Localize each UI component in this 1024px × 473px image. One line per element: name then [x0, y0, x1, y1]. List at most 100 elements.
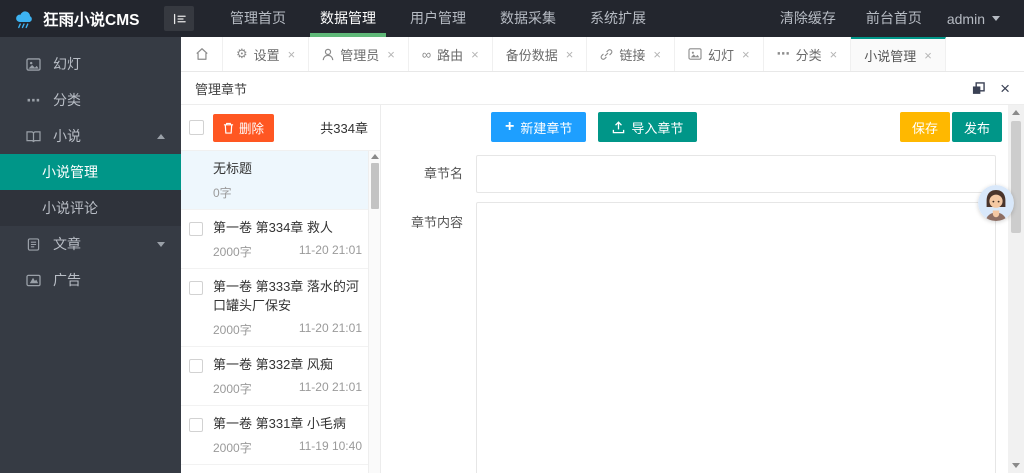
chapter-checkbox[interactable] — [189, 418, 203, 432]
tab-close-icon[interactable]: × — [471, 47, 479, 62]
sidebar-item-novel[interactable]: 小说 — [0, 118, 181, 154]
tab-close-icon[interactable]: × — [830, 47, 838, 62]
panel-title: 管理章节 — [195, 81, 248, 97]
chapter-words: 2000字 — [213, 323, 252, 337]
close-panel-icon[interactable]: × — [1000, 80, 1010, 97]
tab-close-icon[interactable]: × — [742, 47, 750, 62]
sidebar-item-label: 小说 — [53, 128, 81, 144]
tab-slideshow[interactable]: 幻灯 × — [674, 37, 764, 71]
sidebar-item-label: 分类 — [53, 92, 81, 108]
chapter-item[interactable]: 第一卷 第332章 风痴 2000字 11-20 21:01 — [181, 347, 380, 406]
sidebar-item-article[interactable]: 文章 — [0, 226, 181, 262]
ad-icon — [26, 274, 41, 287]
scroll-up-arrow-icon[interactable] — [370, 154, 379, 159]
nav-item-users[interactable]: 用户管理 — [400, 0, 476, 37]
document-icon — [26, 237, 41, 251]
chapter-checkbox[interactable] — [189, 222, 203, 236]
tab-category[interactable]: ⋯ 分类 × — [763, 37, 852, 71]
scroll-up-arrow-icon[interactable] — [1012, 110, 1020, 115]
chapter-item[interactable]: 第一卷 第330章 南洋捷报 5585字 11-20 21:11 — [181, 465, 380, 473]
chevron-up-icon — [157, 133, 165, 139]
scroll-down-arrow-icon[interactable] — [1012, 463, 1020, 468]
ellipsis-icon: ⋯ — [26, 91, 41, 108]
tab-routes[interactable]: ∞ 路由 × — [408, 37, 493, 71]
sidebar-item-slideshow[interactable]: 幻灯 — [0, 46, 181, 82]
tab-novel-manage[interactable]: 小说管理 × — [851, 37, 946, 71]
chapter-time: 11-20 21:01 — [298, 243, 362, 257]
clear-cache-link[interactable]: 清除缓存 — [765, 0, 851, 37]
select-all-checkbox[interactable] — [189, 120, 204, 135]
tab-bar: ⚙ 设置 × 管理员 × ∞ 路由 × 备份数据 × 链接 × 幻灯 × ⋯ 分… — [181, 37, 1024, 72]
nav-item-home[interactable]: 管理首页 — [220, 0, 296, 37]
home-icon — [195, 48, 208, 60]
chapter-item[interactable]: 第一卷 第331章 小毛病 2000字 11-19 10:40 — [181, 406, 380, 465]
publish-button[interactable]: 发布 — [951, 112, 1002, 142]
sidebar-toggle-button[interactable] — [164, 6, 194, 31]
import-chapter-button[interactable]: 导入章节 — [598, 112, 698, 142]
chapter-words: 2000字 — [213, 441, 252, 455]
chapter-count: 共334章 — [320, 121, 368, 136]
chapter-list-panel: 删除 共334章 无标题 0字 第一卷 第334章 救人 2000字 11-20… — [181, 105, 381, 473]
tab-admins[interactable]: 管理员 × — [309, 37, 409, 71]
editor-toolbar: + 新建章节 导入章节 保存 发布 — [491, 112, 1002, 142]
chapter-checkbox[interactable] — [189, 281, 203, 295]
chapter-title: 第一卷 第334章 救人 — [213, 220, 333, 235]
tab-settings[interactable]: ⚙ 设置 × — [223, 37, 310, 71]
plus-icon: + — [505, 118, 515, 135]
nav-item-data[interactable]: 数据管理 — [310, 0, 386, 37]
chapter-content-textarea[interactable] — [476, 202, 996, 473]
chapter-words: 0字 — [213, 186, 232, 200]
chapter-item[interactable]: 第一卷 第334章 救人 2000字 11-20 21:01 — [181, 210, 380, 269]
book-icon — [26, 130, 41, 143]
chapter-item[interactable]: 第一卷 第333章 落水的河口罐头厂保安 2000字 11-20 21:01 — [181, 269, 380, 347]
assistant-avatar[interactable] — [978, 185, 1014, 221]
slideshow-icon — [688, 48, 702, 60]
chapter-checkbox[interactable] — [189, 359, 203, 373]
chevron-down-icon — [992, 16, 1000, 21]
delete-button[interactable]: 删除 — [213, 113, 275, 142]
chapter-title: 第一卷 第333章 落水的河口罐头厂保安 — [213, 279, 359, 313]
tab-links[interactable]: 链接 × — [587, 37, 675, 71]
slideshow-icon — [26, 57, 41, 71]
save-button[interactable]: 保存 — [899, 112, 950, 142]
user-menu[interactable]: admin — [937, 11, 1010, 27]
scroll-thumb[interactable] — [370, 163, 379, 209]
new-chapter-button[interactable]: + 新建章节 — [491, 112, 587, 142]
person-icon — [322, 48, 334, 61]
logo-text: 狂雨小说CMS — [43, 11, 140, 29]
tab-close-icon[interactable]: × — [387, 47, 395, 62]
chapter-time: 11-19 10:40 — [298, 439, 362, 453]
tab-close-icon[interactable]: × — [288, 47, 296, 62]
list-toolbar: 删除 共334章 — [181, 105, 380, 151]
tab-close-icon[interactable]: × — [566, 47, 574, 62]
trash-icon — [223, 122, 234, 134]
restore-window-icon[interactable] — [972, 81, 985, 95]
sidebar: 幻灯 ⋯ 分类 小说 小说管理 小说评论 文章 广告 — [0, 37, 181, 473]
panel-body: 删除 共334章 无标题 0字 第一卷 第334章 救人 2000字 11-20… — [181, 105, 1024, 473]
nav-item-extend[interactable]: 系统扩展 — [580, 0, 656, 37]
tab-backup[interactable]: 备份数据 × — [492, 37, 588, 71]
chapter-item[interactable]: 无标题 0字 — [181, 151, 380, 210]
chapter-name-label: 章节名 — [423, 166, 463, 181]
tab-home[interactable] — [181, 37, 223, 71]
sidebar-item-novel-manage[interactable]: 小说管理 — [0, 154, 181, 190]
chapter-list: 无标题 0字 第一卷 第334章 救人 2000字 11-20 21:01 第一… — [181, 151, 380, 473]
main-scrollbar[interactable] — [1008, 105, 1024, 473]
sidebar-item-category[interactable]: ⋯ 分类 — [0, 82, 181, 118]
sidebar-item-ads[interactable]: 广告 — [0, 262, 181, 298]
chapter-words: 2000字 — [213, 245, 252, 259]
panel-header: 管理章节 × — [181, 72, 1024, 105]
tab-close-icon[interactable]: × — [924, 48, 932, 63]
list-scrollbar[interactable] — [368, 151, 380, 473]
top-nav: 管理首页 数据管理 用户管理 数据采集 系统扩展 — [220, 0, 670, 37]
top-header: 狂雨小说CMS 管理首页 数据管理 用户管理 数据采集 系统扩展 清除缓存 前台… — [0, 0, 1024, 37]
frontend-home-link[interactable]: 前台首页 — [851, 0, 937, 37]
tab-close-icon[interactable]: × — [653, 47, 661, 62]
scroll-thumb[interactable] — [1011, 121, 1021, 233]
nav-item-collect[interactable]: 数据采集 — [490, 0, 566, 37]
chapter-title: 无标题 — [213, 161, 253, 176]
chapter-name-input[interactable] — [476, 155, 996, 193]
sidebar-item-label: 文章 — [53, 236, 81, 252]
logo: 狂雨小说CMS — [0, 0, 150, 37]
sidebar-item-novel-comments[interactable]: 小说评论 — [0, 190, 181, 226]
